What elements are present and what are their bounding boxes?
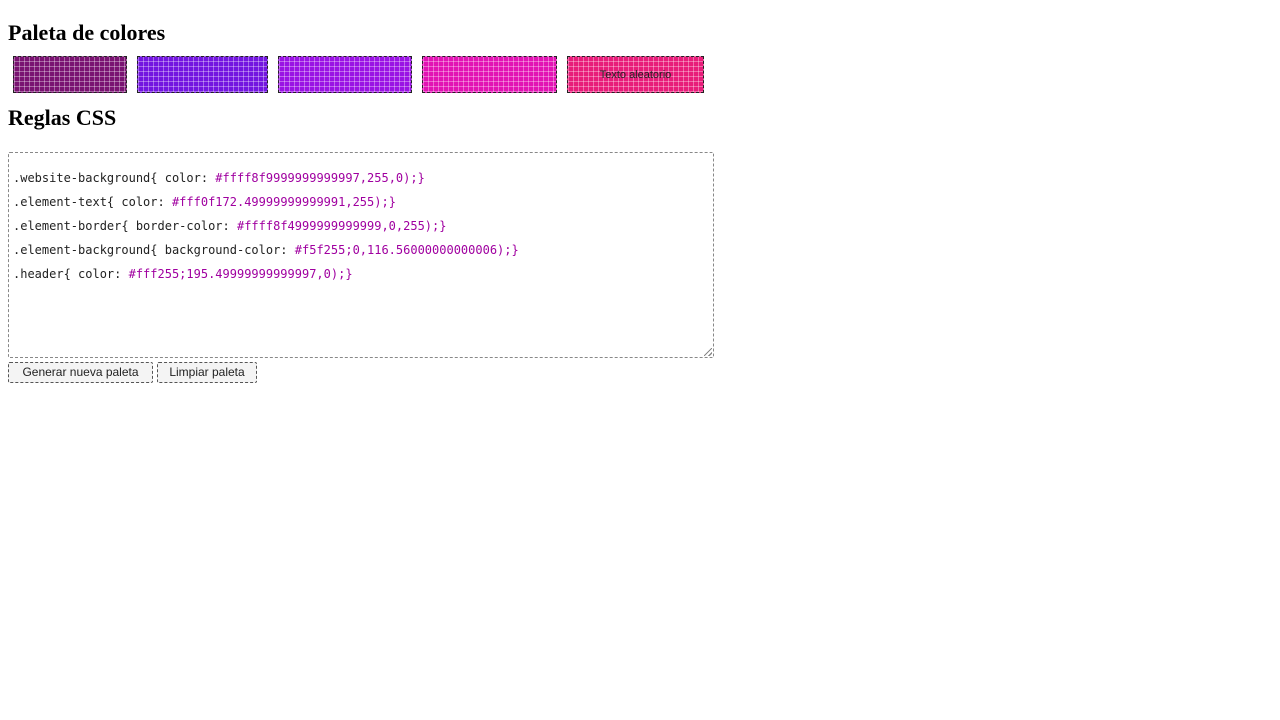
swatch-4[interactable] xyxy=(422,56,557,93)
swatch-text: Texto aleatorio xyxy=(599,68,672,81)
css-value: #ffff8f9999999999997,255,0);} xyxy=(215,171,425,185)
rules-heading: Reglas CSS xyxy=(8,105,117,130)
swatch-1[interactable] xyxy=(13,56,127,93)
resize-handle-icon[interactable] xyxy=(704,348,712,356)
css-selector: .header{ color: xyxy=(13,267,129,281)
css-selector: .element-text{ color: xyxy=(13,195,172,209)
swatch-3[interactable] xyxy=(278,56,412,93)
css-selector: .element-border{ border-color: xyxy=(13,219,237,233)
generate-palette-button[interactable]: Generar nueva paleta xyxy=(8,362,153,383)
css-selector: .website-background{ color: xyxy=(13,171,216,185)
css-selector: .element-background{ background-color: xyxy=(13,243,295,257)
swatch-2[interactable] xyxy=(137,56,268,93)
clear-palette-button[interactable]: Limpiar paleta xyxy=(157,362,257,383)
css-value: #fff255;195.49999999999997,0);} xyxy=(128,267,353,281)
css-rules-textarea[interactable]: .website-background{ color: #ffff8f99999… xyxy=(8,152,714,358)
palette-heading: Paleta de colores xyxy=(8,20,166,45)
css-value: #ffff8f4999999999999,0,255);} xyxy=(236,219,447,233)
css-value: #fff0f172.49999999999991,255);} xyxy=(171,195,396,209)
swatch-5[interactable]: Texto aleatorio xyxy=(567,56,704,93)
css-value: #f5f255;0,116.56000000000006);} xyxy=(294,243,519,257)
